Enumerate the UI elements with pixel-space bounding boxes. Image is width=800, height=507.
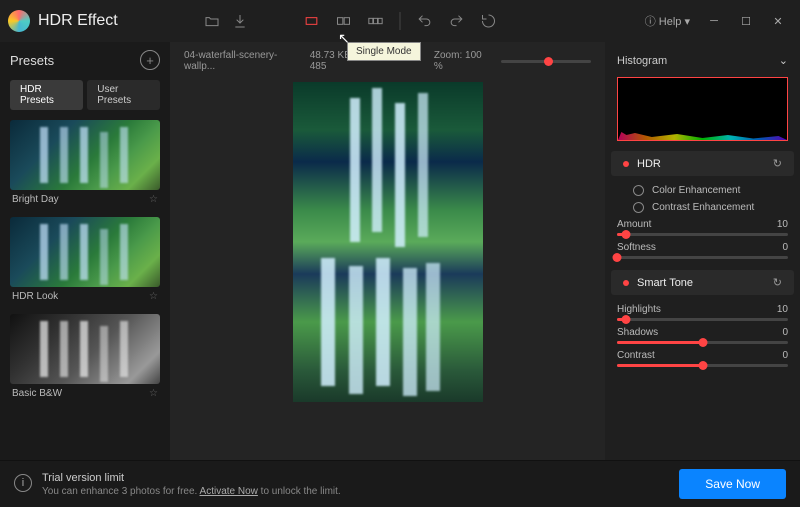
highlights-param: Highlights 10 [605,301,800,324]
amount-value: 10 [777,219,788,230]
activate-link[interactable]: Activate Now [200,486,258,497]
preset-thumb [10,314,160,384]
smart-tone-title: Smart Tone [637,277,693,289]
trial-notice: i Trial version limit You can enhance 3 … [14,472,341,497]
contrast-label: Contrast [617,350,655,361]
favorite-icon[interactable]: ☆ [149,388,158,399]
preset-label: Basic B&W [12,388,62,399]
titlebar: HDR Effect ⓘ Help ▾ ─ ☐ ✕ [0,0,800,42]
hdr-section-header[interactable]: HDR ↻ [611,151,794,176]
radio-icon [633,185,644,196]
tab-user-presets[interactable]: User Presets [87,80,160,110]
shadows-slider[interactable] [617,341,788,344]
preset-basic-bw[interactable]: Basic B&W ☆ [10,314,160,403]
compare-mode-button[interactable] [362,7,390,35]
amount-label: Amount [617,219,651,230]
add-preset-button[interactable]: + [140,50,160,70]
hdr-title: HDR [637,158,661,170]
view-mode-group [298,7,503,35]
amount-slider[interactable] [617,233,788,236]
canvas-area: 04-waterfall-scenery-wallp... 48.73 KB |… [170,42,605,460]
contrast-slider[interactable] [617,364,788,367]
single-mode-button[interactable] [298,7,326,35]
smart-tone-section-header[interactable]: Smart Tone ↻ [611,270,794,295]
trial-text: You can enhance 3 photos for free. Activ… [42,486,341,497]
app-title-text: HDR Effect [38,12,118,30]
color-enhancement-option[interactable]: Color Enhancement [605,182,800,199]
reset-smart-tone-icon[interactable]: ↻ [773,276,782,289]
preset-hdr-look[interactable]: HDR Look ☆ [10,217,160,306]
histogram-label: Histogram [617,55,667,67]
redo-button[interactable] [443,7,471,35]
softness-label: Softness [617,242,656,253]
radio-icon [633,202,644,213]
shadows-label: Shadows [617,327,658,338]
presets-title: Presets [10,53,54,68]
shadows-param: Shadows 0 [605,324,800,347]
contrast-enhancement-option[interactable]: Contrast Enhancement [605,199,800,216]
histogram-header[interactable]: Histogram ⌄ [605,50,800,71]
highlights-slider[interactable] [617,318,788,321]
info-icon: i [14,474,32,492]
image-viewport[interactable] [170,80,605,460]
adjustments-panel: Histogram ⌄ HDR ↻ Color Enhancement Cont… [605,42,800,460]
footer: i Trial version limit You can enhance 3 … [0,460,800,507]
minimize-button[interactable]: ─ [700,9,728,33]
softness-param: Softness 0 [605,239,800,262]
zoom-label: Zoom: [434,50,462,61]
favorite-icon[interactable]: ☆ [149,291,158,302]
close-button[interactable]: ✕ [764,9,792,33]
favorite-icon[interactable]: ☆ [149,194,158,205]
highlights-label: Highlights [617,304,661,315]
tab-hdr-presets[interactable]: HDR Presets [10,80,83,110]
save-as-button[interactable] [226,7,254,35]
undo-button[interactable] [411,7,439,35]
preset-thumb [10,217,160,287]
active-dot-icon [623,280,629,286]
preset-thumb [10,120,160,190]
preset-label: HDR Look [12,291,58,302]
presets-panel: Presets + HDR Presets User Presets Brigh… [0,42,170,460]
reset-hdr-icon[interactable]: ↻ [773,157,782,170]
tooltip: Single Mode [347,42,421,61]
maximize-button[interactable]: ☐ [732,9,760,33]
amount-param: Amount 10 [605,216,800,239]
filesize: 48.73 KB [310,50,351,61]
open-folder-button[interactable] [198,7,226,35]
contrast-param: Contrast 0 [605,347,800,370]
contrast-value: 0 [782,350,788,361]
softness-slider[interactable] [617,256,788,259]
zoom-slider[interactable] [501,60,591,63]
reset-button[interactable] [475,7,503,35]
split-mode-button[interactable] [330,7,358,35]
shadows-value: 0 [782,327,788,338]
main-image [293,82,483,402]
softness-value: 0 [782,242,788,253]
app-title: HDR Effect [8,10,118,32]
filename: 04-waterfall-scenery-wallp... [184,50,296,72]
preset-bright-day[interactable]: Bright Day ☆ [10,120,160,209]
highlights-value: 10 [777,304,788,315]
save-now-button[interactable]: Save Now [679,469,786,499]
app-logo-icon [8,10,30,32]
help-link[interactable]: ⓘ Help ▾ [645,13,690,29]
histogram-display [617,77,788,141]
chevron-down-icon: ⌄ [779,54,788,67]
preset-label: Bright Day [12,194,59,205]
active-dot-icon [623,161,629,167]
trial-title: Trial version limit [42,472,341,484]
